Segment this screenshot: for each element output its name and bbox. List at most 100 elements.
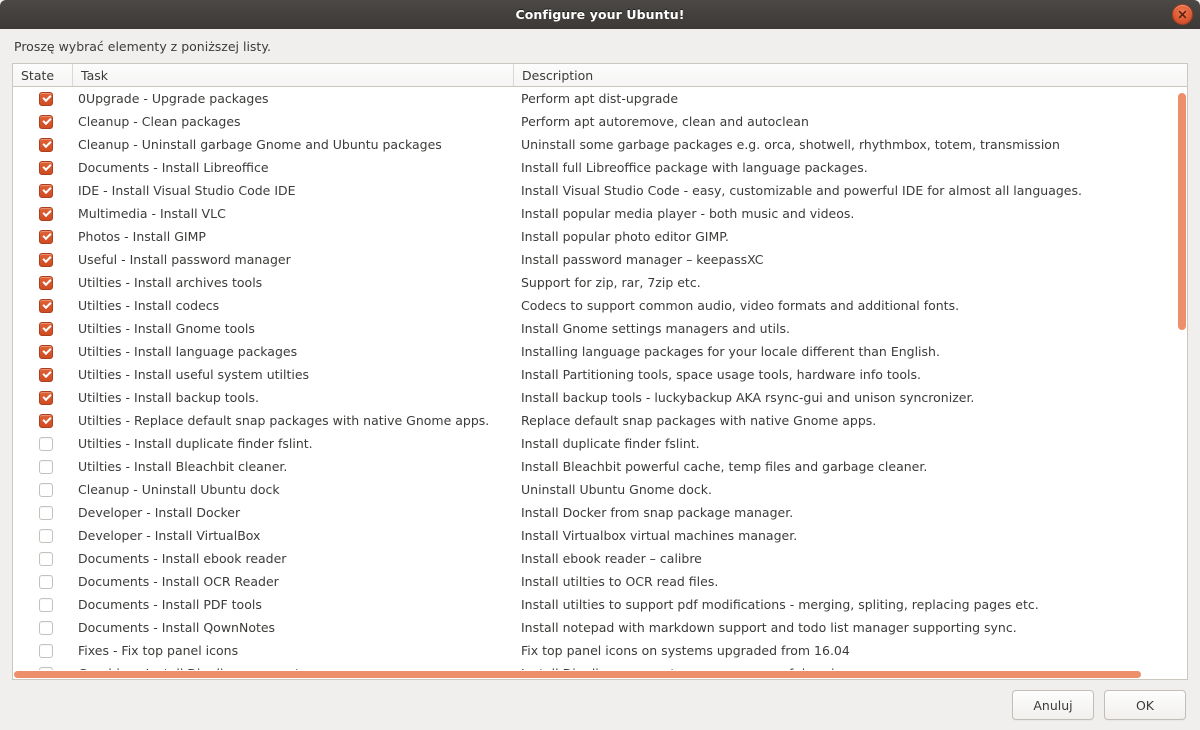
task-cell: Utilties - Replace default snap packages… xyxy=(78,413,490,428)
state-cell xyxy=(13,206,73,221)
checkbox-unchecked-icon[interactable] xyxy=(39,528,53,543)
checkbox-checked-icon[interactable] xyxy=(39,160,53,175)
checkbox-checked-icon[interactable] xyxy=(39,229,53,244)
description-cell: Support for zip, rar, 7zip etc. xyxy=(521,275,701,290)
state-cell xyxy=(13,528,73,543)
state-cell xyxy=(13,91,73,106)
checkbox-unchecked-icon[interactable] xyxy=(39,436,53,451)
checkbox-unchecked-icon[interactable] xyxy=(39,505,53,520)
column-header-description[interactable]: Description xyxy=(514,64,1187,86)
table-row[interactable]: Documents - Install Libreoffice Install f… xyxy=(13,156,1187,179)
checkbox-unchecked-icon[interactable] xyxy=(39,482,53,497)
task-cell: Cleanup - Uninstall Ubuntu dock xyxy=(78,482,280,497)
task-cell: Cleanup - Clean packages xyxy=(78,114,241,129)
state-cell xyxy=(13,459,73,474)
checkbox-checked-icon[interactable] xyxy=(39,183,53,198)
table-row[interactable]: Useful - Install password manager Install… xyxy=(13,248,1187,271)
task-cell: Utilties - Install Gnome tools xyxy=(78,321,255,336)
state-cell xyxy=(13,229,73,244)
state-cell xyxy=(13,574,73,589)
state-cell xyxy=(13,114,73,129)
task-cell: Useful - Install password manager xyxy=(78,252,291,267)
description-cell: Codecs to support common audio, video fo… xyxy=(521,298,960,313)
state-cell xyxy=(13,252,73,267)
table-row[interactable]: Utilties - Install language packages Inst… xyxy=(13,340,1187,363)
checkbox-unchecked-icon[interactable] xyxy=(39,574,53,589)
horizontal-scrollbar[interactable] xyxy=(13,670,1187,679)
checkbox-checked-icon[interactable] xyxy=(39,344,53,359)
state-cell xyxy=(13,620,73,635)
checkbox-unchecked-icon[interactable] xyxy=(39,459,53,474)
checkbox-unchecked-icon[interactable] xyxy=(39,551,53,566)
table-row[interactable]: Cleanup - Clean packages Perform apt auto… xyxy=(13,110,1187,133)
table-row[interactable]: Photos - Install GIMP Install popular pho… xyxy=(13,225,1187,248)
ok-button[interactable]: OK xyxy=(1104,690,1186,720)
task-cell: Utilties - Install backup tools. xyxy=(78,390,259,405)
state-cell xyxy=(13,390,73,405)
checkbox-unchecked-icon[interactable] xyxy=(39,597,53,612)
description-cell: Install Gnome settings managers and util… xyxy=(521,321,790,336)
checkbox-checked-icon[interactable] xyxy=(39,114,53,129)
checkbox-unchecked-icon[interactable] xyxy=(39,643,53,658)
description-cell: Install Docker from snap package manager… xyxy=(521,505,794,520)
table-row[interactable]: Developer - Install Docker Install Docker… xyxy=(13,501,1187,524)
table-header-row: State Task Description xyxy=(13,64,1187,87)
checkbox-checked-icon[interactable] xyxy=(39,206,53,221)
checkbox-unchecked-icon[interactable] xyxy=(39,620,53,635)
horizontal-scrollbar-thumb[interactable] xyxy=(14,671,1142,678)
task-cell: Documents - Install QownNotes xyxy=(78,620,276,635)
table-row[interactable]: Cleanup - Uninstall Ubuntu dock Uninstall… xyxy=(13,478,1187,501)
checkbox-checked-icon[interactable] xyxy=(39,275,53,290)
checkbox-checked-icon[interactable] xyxy=(39,367,53,382)
table-row[interactable]: Utilties - Install Bleachbit cleaner. Ins… xyxy=(13,455,1187,478)
table-row[interactable]: Fixes - Fix top panel icons Fix top panel… xyxy=(13,639,1187,662)
checkbox-checked-icon[interactable] xyxy=(39,390,53,405)
column-header-task[interactable]: Task xyxy=(73,64,514,86)
description-cell: Install full Libreoffice package with la… xyxy=(521,160,868,175)
table-row[interactable]: Documents - Install PDF tools Install uti… xyxy=(13,593,1187,616)
checkbox-checked-icon[interactable] xyxy=(39,137,53,152)
state-cell xyxy=(13,275,73,290)
task-cell: Utilties - Install Bleachbit cleaner. xyxy=(78,459,288,474)
table-row[interactable]: Utilties - Install useful system utiltie… xyxy=(13,363,1187,386)
titlebar: Configure your Ubuntu! xyxy=(0,0,1200,29)
checkbox-checked-icon[interactable] xyxy=(39,252,53,267)
description-cell: Install ebook reader – calibre xyxy=(521,551,702,566)
task-cell: Documents - Install Libreoffice xyxy=(78,160,269,175)
state-cell xyxy=(13,321,73,336)
checkbox-checked-icon[interactable] xyxy=(39,91,53,106)
close-icon[interactable] xyxy=(1172,4,1193,25)
checkbox-checked-icon[interactable] xyxy=(39,321,53,336)
state-cell xyxy=(13,505,73,520)
table-body: 0Upgrade - Upgrade packages Perform apt d… xyxy=(13,87,1187,679)
table-row[interactable]: Developer - Install VirtualBox Install Vi… xyxy=(13,524,1187,547)
table-row[interactable]: Utilties - Install Gnome tools Install Gn… xyxy=(13,317,1187,340)
cancel-button[interactable]: Anuluj xyxy=(1012,690,1094,720)
table-row[interactable]: Multimedia - Install VLC Install popular … xyxy=(13,202,1187,225)
table-row[interactable]: Utilties - Install archives tools Support… xyxy=(13,271,1187,294)
checkbox-checked-icon[interactable] xyxy=(39,413,53,428)
window-title: Configure your Ubuntu! xyxy=(515,7,685,22)
description-cell: Installing language packages for your lo… xyxy=(521,344,940,359)
table-row[interactable]: Documents - Install OCR Reader Install ut… xyxy=(13,570,1187,593)
description-cell: Install utilties to support pdf modifica… xyxy=(521,597,1039,612)
task-cell: Documents - Install OCR Reader xyxy=(78,574,279,589)
table-row[interactable]: Cleanup - Uninstall garbage Gnome and Ub… xyxy=(13,133,1187,156)
table-row[interactable]: Documents - Install ebook reader Install … xyxy=(13,547,1187,570)
vertical-scrollbar[interactable] xyxy=(1176,87,1187,679)
table-row[interactable]: IDE - Install Visual Studio Code IDE Inst… xyxy=(13,179,1187,202)
table-row[interactable]: Utilties - Replace default snap packages… xyxy=(13,409,1187,432)
description-cell: Replace default snap packages with nativ… xyxy=(521,413,877,428)
table-row[interactable]: Utilties - Install codecs Codecs to suppo… xyxy=(13,294,1187,317)
description-cell: Install popular media player - both musi… xyxy=(521,206,855,221)
vertical-scrollbar-thumb[interactable] xyxy=(1178,92,1186,330)
table-row[interactable]: 0Upgrade - Upgrade packages Perform apt d… xyxy=(13,87,1187,110)
table-row[interactable]: Utilties - Install backup tools. Install … xyxy=(13,386,1187,409)
checkbox-checked-icon[interactable] xyxy=(39,298,53,313)
state-cell xyxy=(13,436,73,451)
column-header-state[interactable]: State xyxy=(13,64,73,86)
description-cell: Install duplicate finder fslint. xyxy=(521,436,700,451)
description-cell: Install Virtualbox virtual machines mana… xyxy=(521,528,798,543)
table-row[interactable]: Documents - Install QownNotes Install not… xyxy=(13,616,1187,639)
table-row[interactable]: Utilties - Install duplicate finder fsli… xyxy=(13,432,1187,455)
